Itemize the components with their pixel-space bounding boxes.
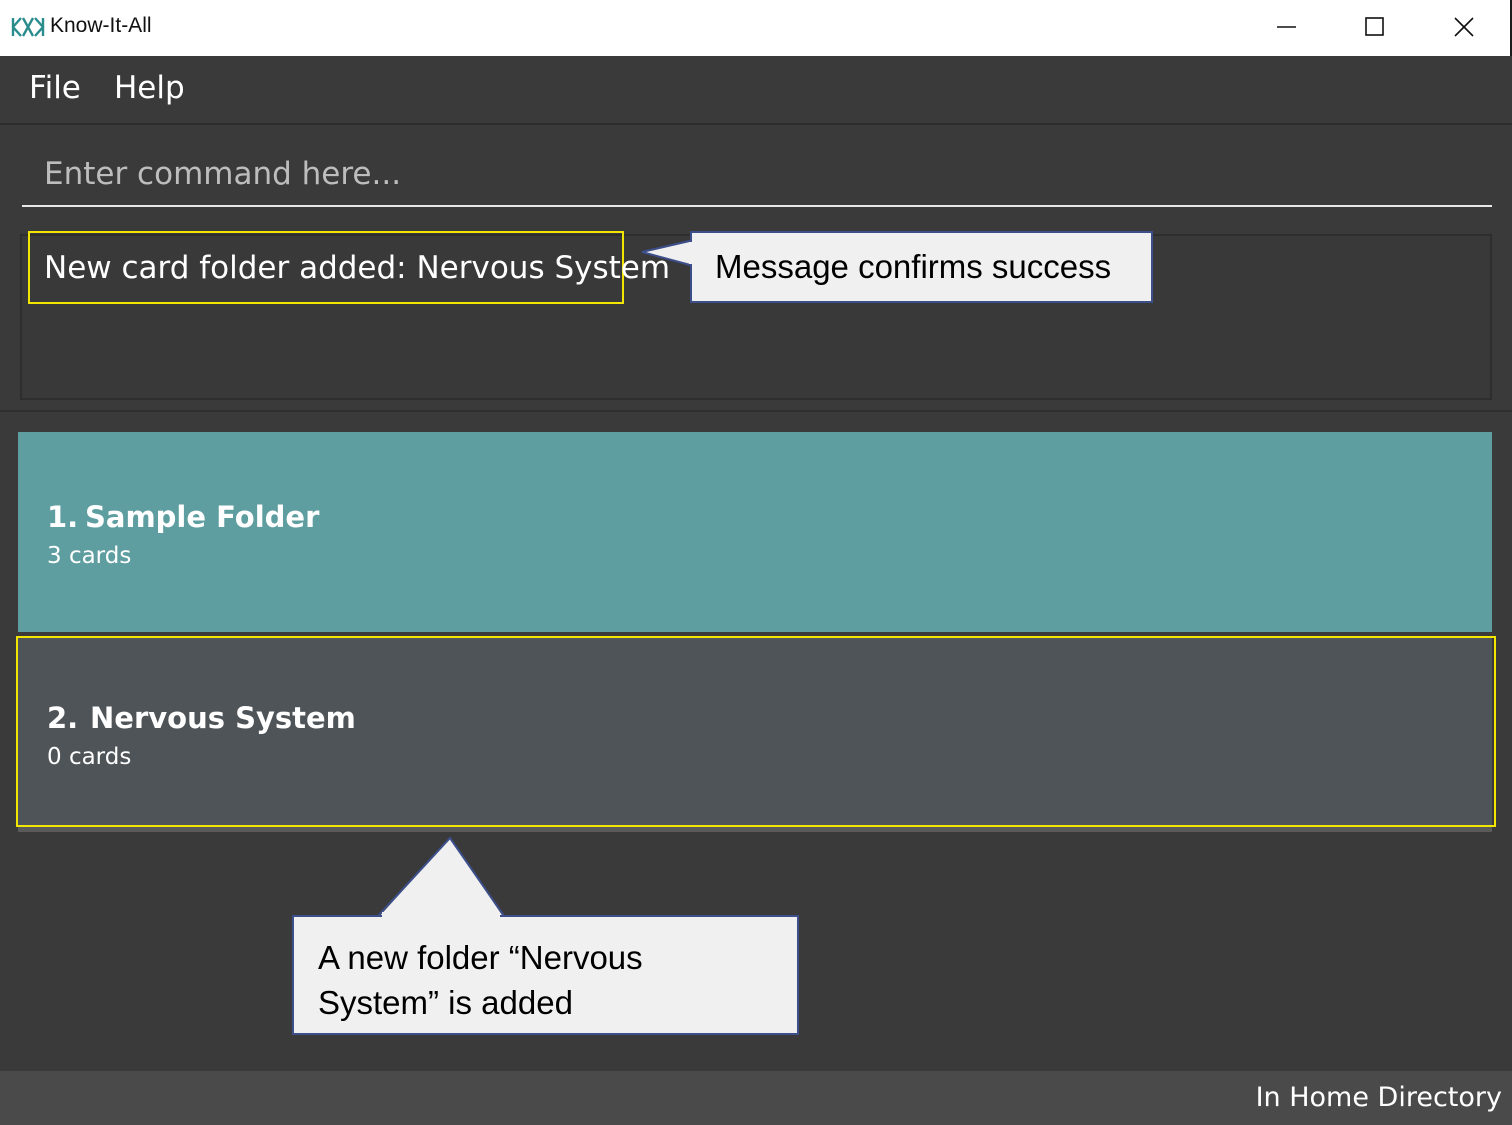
maximize-button[interactable] [1331, 0, 1419, 56]
divider [0, 410, 1512, 412]
status-bar: In Home Directory [0, 1071, 1512, 1125]
folder-index: 2. [47, 701, 79, 735]
title-bar: Know-It-All [0, 0, 1512, 56]
callout-text: System” is added [318, 984, 573, 1021]
command-box [0, 125, 1512, 220]
minimize-button[interactable] [1243, 0, 1331, 56]
callout-pointer [641, 239, 695, 267]
folder-card-count: 3 cards [47, 543, 132, 569]
close-icon [1454, 17, 1474, 37]
callout-text: Message confirms success [715, 248, 1112, 285]
annotation-callout-message: Message confirms success [690, 231, 1153, 303]
annotation-callout-folder: A new folder “Nervous System” is added [292, 915, 799, 1035]
folder-index: 1. [47, 500, 79, 534]
folder-card-shadow [18, 826, 1492, 832]
command-input[interactable] [22, 143, 1492, 207]
window-title: Know-It-All [50, 14, 152, 37]
kia-logo-icon [11, 17, 45, 37]
result-message: New card folder added: Nervous System [44, 250, 671, 286]
folder-card-nervous-system[interactable]: 2. Nervous System 0 cards [18, 636, 1492, 832]
close-button[interactable] [1420, 0, 1508, 56]
folder-name: Sample Folder [85, 500, 320, 534]
folder-card-count: 0 cards [47, 744, 132, 770]
menu-bar: File Help [0, 56, 1512, 125]
status-text: In Home Directory [1255, 1082, 1502, 1113]
callout-text: A new folder “Nervous [318, 939, 643, 976]
folder-name: Nervous System [90, 701, 356, 735]
callout-pointer [377, 836, 505, 918]
folder-card-sample-folder[interactable]: 1. Sample Folder 3 cards [18, 432, 1492, 632]
minimize-icon [1277, 26, 1296, 28]
menu-file[interactable]: File [29, 70, 81, 106]
menu-help[interactable]: Help [114, 70, 185, 106]
maximize-icon [1365, 17, 1384, 36]
